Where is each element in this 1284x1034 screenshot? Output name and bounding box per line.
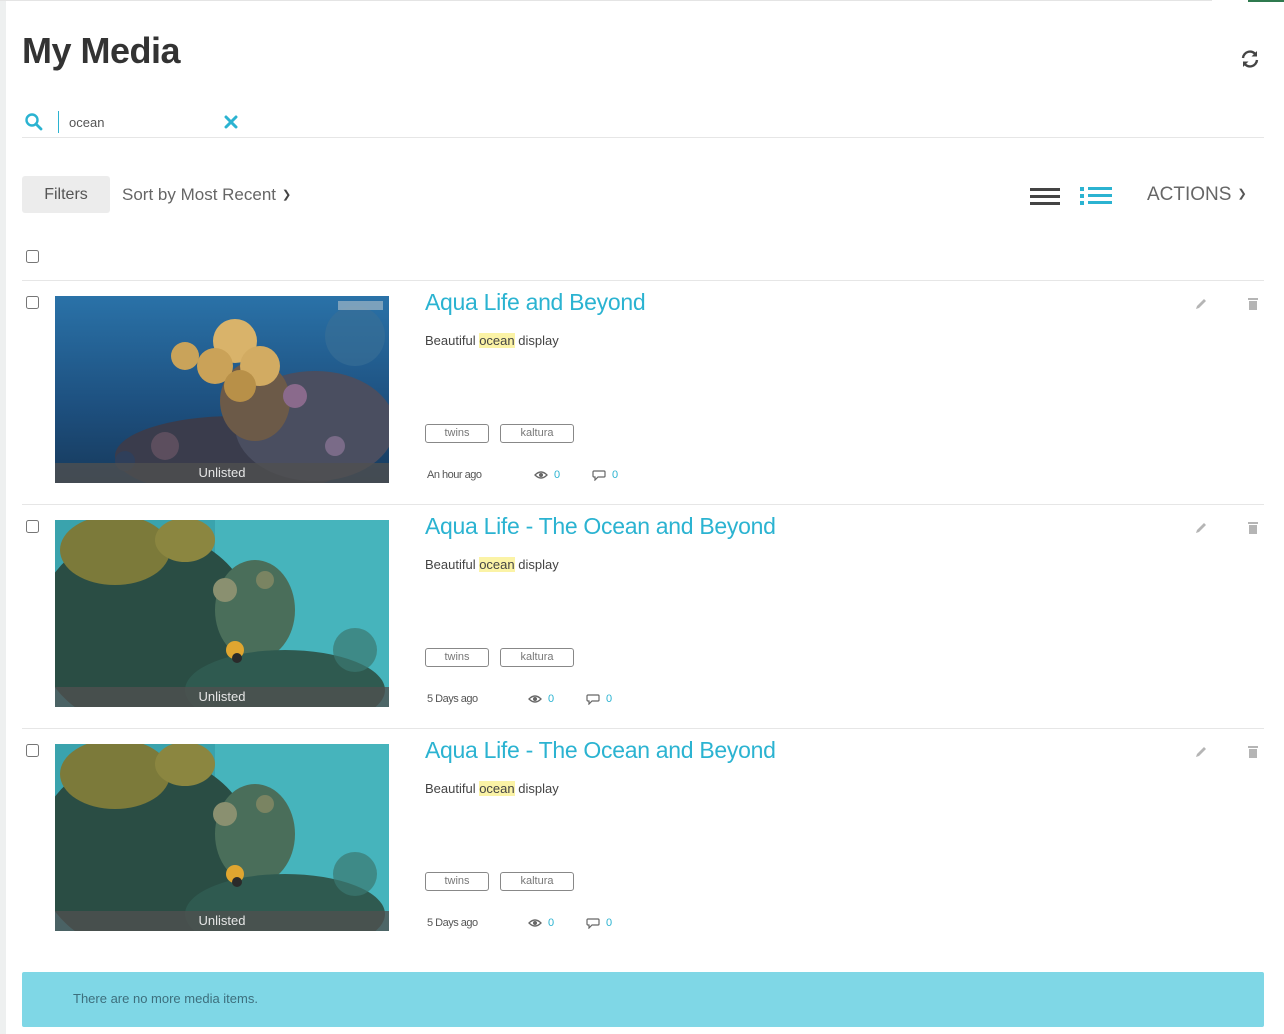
timestamp: 5 Days ago [427, 693, 478, 705]
entry-checkbox[interactable] [26, 744, 39, 757]
corner-accent [1248, 0, 1284, 2]
actions-dropdown[interactable]: ACTIONS ❯ [1147, 184, 1247, 206]
media-entry: Unlisted Aqua Life - The Ocean and Beyon… [22, 729, 1264, 953]
description-text: Beautiful [425, 781, 480, 796]
refresh-icon[interactable] [1238, 47, 1262, 71]
page-title: My Media [22, 30, 181, 71]
thumbnail-image [55, 520, 389, 707]
timestamp: An hour ago [427, 469, 482, 481]
entry-title-link[interactable]: Aqua Life and Beyond [425, 289, 646, 316]
delete-icon[interactable] [1246, 296, 1260, 312]
search-highlight: ocean [479, 333, 515, 348]
page-top-edge [0, 0, 1212, 1]
comment-icon [592, 470, 606, 482]
chevron-down-icon: ❯ [282, 189, 292, 201]
views-count: 0 [528, 917, 554, 929]
actions-label: ACTIONS [1147, 184, 1232, 205]
entry-description: Beautiful ocean display [425, 557, 559, 572]
eye-icon [528, 919, 542, 927]
delete-icon[interactable] [1246, 744, 1260, 760]
thumbnail-image [55, 744, 389, 931]
compact-view-icon[interactable] [1028, 182, 1062, 210]
comments-value: 0 [606, 693, 613, 705]
comments-value: 0 [612, 469, 619, 481]
comments-value: 0 [606, 917, 613, 929]
entry-meta: 5 Days ago 0 0 [427, 693, 612, 709]
entry-checkbox[interactable] [26, 296, 39, 309]
eye-icon [528, 695, 542, 703]
status-label: Unlisted [55, 687, 389, 707]
timestamp: 5 Days ago [427, 917, 478, 929]
description-text: display [514, 557, 559, 572]
entry-title-link[interactable]: Aqua Life - The Ocean and Beyond [425, 737, 776, 764]
search-input[interactable] [58, 111, 218, 133]
views-value: 0 [554, 469, 561, 481]
comment-icon [586, 918, 600, 930]
tag[interactable]: twins [425, 648, 489, 667]
delete-icon[interactable] [1246, 520, 1260, 536]
status-label: Unlisted [55, 911, 389, 931]
description-text: display [514, 781, 559, 796]
edit-icon[interactable] [1193, 520, 1209, 536]
select-all-checkbox[interactable] [26, 250, 39, 263]
entry-title-link[interactable]: Aqua Life - The Ocean and Beyond [425, 513, 776, 540]
comment-icon [586, 694, 600, 706]
tag[interactable]: kaltura [500, 648, 574, 667]
search-bar [22, 108, 1264, 138]
eye-icon [534, 471, 548, 479]
description-text: Beautiful [425, 333, 480, 348]
edit-icon[interactable] [1193, 744, 1209, 760]
comments-count: 0 [586, 693, 613, 706]
thumbnail-image [55, 296, 389, 483]
tag[interactable]: twins [425, 424, 489, 443]
entry-meta: An hour ago 0 0 [427, 469, 618, 485]
entry-description: Beautiful ocean display [425, 333, 559, 348]
description-text: display [514, 333, 559, 348]
no-more-items-notice: There are no more media items. [22, 972, 1264, 1027]
status-label: Unlisted [55, 463, 389, 483]
tag[interactable]: kaltura [500, 872, 574, 891]
entry-thumbnail[interactable]: Unlisted [55, 520, 389, 707]
entry-checkbox[interactable] [26, 520, 39, 533]
entry-thumbnail[interactable]: Unlisted [55, 296, 389, 483]
media-entry: Unlisted Aqua Life - The Ocean and Beyon… [22, 505, 1264, 729]
entry-description: Beautiful ocean display [425, 781, 559, 796]
search-icon[interactable] [24, 112, 44, 132]
sort-label: Sort by Most Recent [122, 185, 277, 204]
toolbar: Filters Sort by Most Recent ❯ ACTIONS ❯ [22, 176, 1264, 214]
comments-count: 0 [586, 917, 613, 930]
description-text: Beautiful [425, 557, 480, 572]
search-highlight: ocean [479, 557, 515, 572]
tag-list: twins kaltura [425, 872, 585, 891]
sort-dropdown[interactable]: Sort by Most Recent ❯ [122, 185, 291, 205]
notice-text: There are no more media items. [73, 991, 258, 1006]
chevron-down-icon: ❯ [1237, 188, 1247, 200]
media-entry: Unlisted Aqua Life and Beyond Beautiful … [22, 281, 1264, 505]
views-value: 0 [548, 693, 555, 705]
search-highlight: ocean [479, 781, 515, 796]
edit-icon[interactable] [1193, 296, 1209, 312]
tag[interactable]: kaltura [500, 424, 574, 443]
comments-count: 0 [592, 469, 619, 482]
detailed-view-icon[interactable] [1078, 182, 1114, 210]
tag[interactable]: twins [425, 872, 489, 891]
filters-button[interactable]: Filters [22, 176, 110, 213]
page-left-edge [0, 0, 6, 1034]
views-value: 0 [548, 917, 555, 929]
entry-thumbnail[interactable]: Unlisted [55, 744, 389, 931]
views-count: 0 [534, 469, 560, 481]
clear-search-icon[interactable] [222, 113, 240, 131]
entry-meta: 5 Days ago 0 0 [427, 917, 612, 933]
tag-list: twins kaltura [425, 424, 585, 443]
views-count: 0 [528, 693, 554, 705]
tag-list: twins kaltura [425, 648, 585, 667]
